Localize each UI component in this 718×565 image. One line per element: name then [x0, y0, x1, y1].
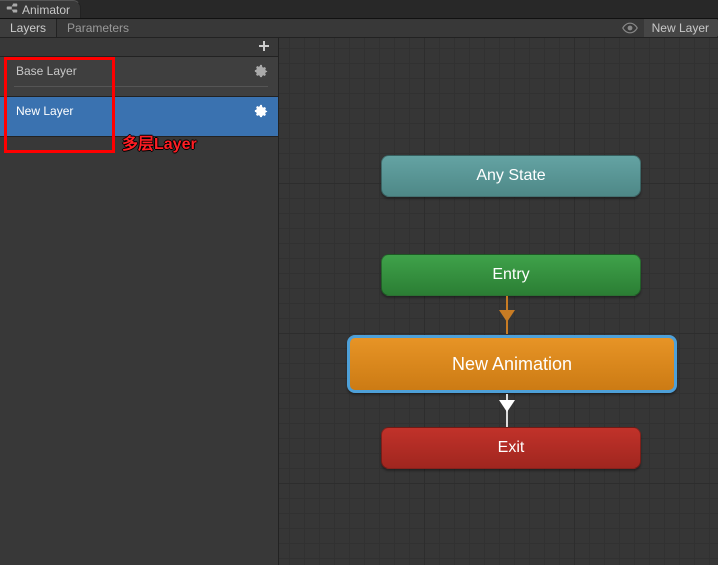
node-exit[interactable]: Exit [381, 427, 641, 469]
plus-icon[interactable] [258, 40, 270, 55]
transition-arrowhead [499, 400, 515, 412]
node-new-animation[interactable]: New Animation [347, 335, 677, 393]
animator-icon [6, 2, 18, 17]
node-entry[interactable]: Entry [381, 254, 641, 296]
add-layer-row [0, 38, 278, 57]
subtab-parameters[interactable]: Parameters [57, 19, 139, 37]
layers-sidebar: Base Layer New Layer 多层Layer [0, 38, 279, 565]
sub-bar: Layers Parameters New Layer [0, 19, 718, 38]
tab-animator-label: Animator [22, 3, 70, 17]
breadcrumb: New Layer [644, 19, 718, 37]
gear-icon[interactable] [254, 104, 268, 121]
window-tab-bar: Animator [0, 0, 718, 19]
breadcrumb-item[interactable]: New Layer [644, 19, 718, 37]
subtab-layers[interactable]: Layers [0, 19, 57, 37]
layer-label: New Layer [16, 104, 73, 118]
main-area: Base Layer New Layer 多层Layer Any State E… [0, 38, 718, 565]
layer-item-base-layer[interactable]: Base Layer [0, 57, 278, 97]
node-any-state[interactable]: Any State [381, 155, 641, 197]
transition-arrowhead [499, 310, 515, 322]
gear-icon[interactable] [254, 64, 268, 81]
visibility-icon[interactable] [622, 22, 638, 34]
layer-item-new-layer[interactable]: New Layer [0, 97, 278, 137]
state-machine-canvas[interactable]: Any State Entry New Animation Exit [279, 38, 718, 565]
tab-animator[interactable]: Animator [0, 0, 81, 18]
layer-label: Base Layer [16, 64, 77, 78]
